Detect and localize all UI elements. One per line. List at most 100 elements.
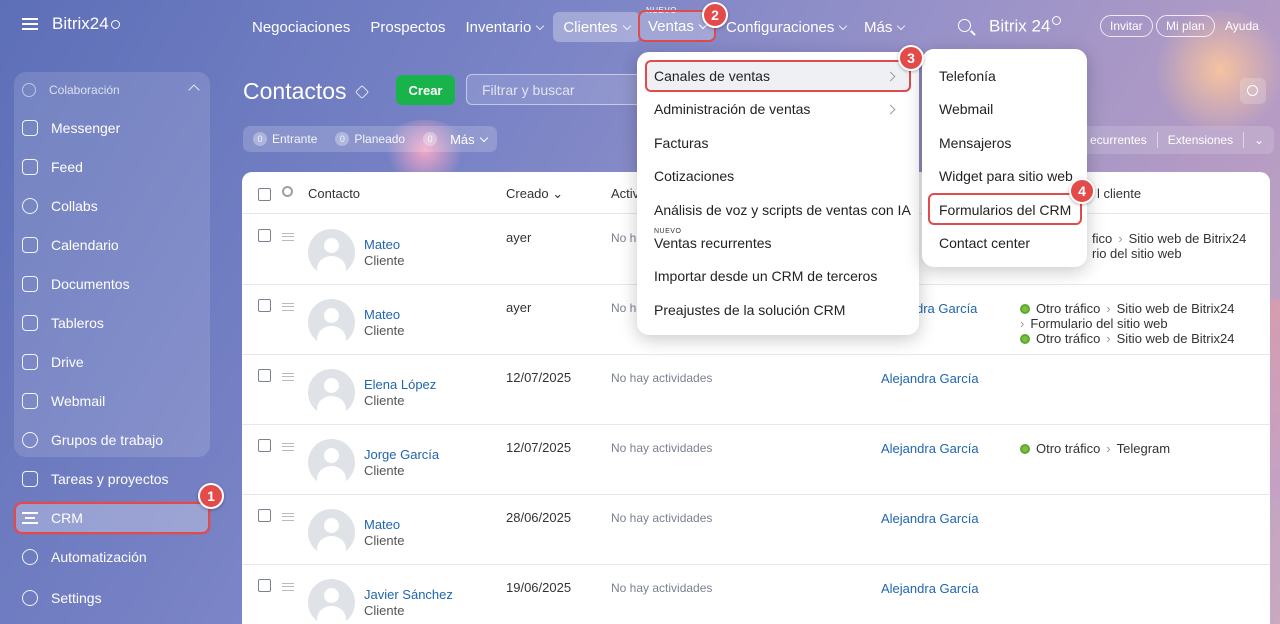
submenu-item-website-widget[interactable]: Widget para sitio web xyxy=(939,168,1073,184)
chat-icon xyxy=(22,120,38,136)
nav-clientes[interactable]: Clientes xyxy=(553,12,640,42)
contact-name-link[interactable]: Mateo xyxy=(364,517,400,532)
my-plan-button[interactable]: Mi plan xyxy=(1156,15,1215,37)
feed-icon xyxy=(22,159,38,175)
table-row[interactable]: Javier Sánchez Cliente 19/06/2025 No hay… xyxy=(242,565,1270,624)
row-checkbox[interactable] xyxy=(258,299,271,312)
menu-item-sales-channels[interactable]: Canales de ventas xyxy=(654,68,770,84)
counter-incoming[interactable]: 0 Entrante xyxy=(253,132,317,146)
sidebar-item-crm[interactable]: CRM xyxy=(22,508,83,528)
menu-item-invoices[interactable]: Facturas xyxy=(654,135,708,151)
column-header-source[interactable]: l cliente xyxy=(1097,186,1141,201)
responsible-link[interactable]: Alejandra García xyxy=(881,441,979,456)
nav-configuraciones[interactable]: Configuraciones xyxy=(716,12,856,42)
row-checkbox[interactable] xyxy=(258,579,271,592)
settings-gear-icon[interactable] xyxy=(1240,78,1266,104)
row-checkbox[interactable] xyxy=(258,509,271,522)
row-checkbox[interactable] xyxy=(258,369,271,382)
column-header-created[interactable]: Creado ⌄ xyxy=(506,186,563,202)
submenu-item-telephony[interactable]: Telefonía xyxy=(939,68,996,84)
sidebar-item-documents[interactable]: Documentos xyxy=(22,274,130,294)
sidebar-item-webmail[interactable]: Webmail xyxy=(22,391,105,411)
avatar xyxy=(308,579,355,624)
responsible-link[interactable]: Alejandra García xyxy=(881,581,979,596)
sidebar-item-drive[interactable]: Drive xyxy=(22,352,84,372)
button-label: Mi plan xyxy=(1166,19,1205,33)
select-all-checkbox[interactable] xyxy=(258,188,271,201)
menu-icon[interactable] xyxy=(22,18,38,30)
submenu-item-webmail[interactable]: Webmail xyxy=(939,101,993,117)
contact-name-link[interactable]: Javier Sánchez xyxy=(364,587,453,602)
counter-planned[interactable]: 0 Planeado xyxy=(335,132,405,146)
crm-icon xyxy=(22,512,38,524)
menu-item-voice-analysis[interactable]: Análisis de voz y scripts de ventas con … xyxy=(654,202,911,218)
nav-negociaciones[interactable]: Negociaciones xyxy=(242,12,360,42)
drag-handle-icon[interactable] xyxy=(282,233,294,241)
menu-item-sales-admin[interactable]: Administración de ventas xyxy=(654,101,810,117)
drive-icon xyxy=(22,354,38,370)
table-row[interactable]: Jorge García Cliente 12/07/2025 No hay a… xyxy=(242,425,1270,495)
source-path: Otro tráfico › Sitio web de Bitrix24 xyxy=(1020,301,1234,316)
drag-handle-icon[interactable] xyxy=(282,373,294,381)
contact-name-link[interactable]: Mateo xyxy=(364,237,400,252)
step-badge: 3 xyxy=(898,45,924,71)
sidebar-item-messenger[interactable]: Messenger xyxy=(22,118,120,138)
drag-handle-icon[interactable] xyxy=(282,303,294,311)
avatar xyxy=(308,229,355,276)
submenu-item-messengers[interactable]: Mensajeros xyxy=(939,135,1011,151)
tab-recurring[interactable]: ecurrentes xyxy=(1080,133,1157,147)
menu-item-crm-presets[interactable]: Preajustes de la solución CRM xyxy=(654,302,845,318)
nav-inventario[interactable]: Inventario xyxy=(455,12,553,42)
sales-channels-submenu: Telefonía Webmail Mensajeros Widget para… xyxy=(922,49,1087,267)
nav-label: Ventas xyxy=(648,17,694,35)
sidebar-item-settings[interactable]: Settings xyxy=(22,588,102,608)
source-status-icon xyxy=(1020,443,1030,454)
search-icon[interactable] xyxy=(958,19,971,32)
responsible-link[interactable]: dra García xyxy=(916,301,977,316)
drag-handle-icon[interactable] xyxy=(282,513,294,521)
nav-prospectos[interactable]: Prospectos xyxy=(360,12,455,42)
row-checkbox[interactable] xyxy=(258,439,271,452)
contact-name-link[interactable]: Mateo xyxy=(364,307,400,322)
menu-item-recurring-sales[interactable]: Ventas recurrentes xyxy=(654,235,772,251)
nav-mas[interactable]: Más xyxy=(854,12,914,42)
sidebar-item-calendar[interactable]: Calendario xyxy=(22,235,119,255)
sidebar-item-workgroups[interactable]: Grupos de trabajo xyxy=(22,430,163,450)
sidebar-item-automation[interactable]: Automatización xyxy=(22,547,147,567)
filter-search-input[interactable]: Filtrar y buscar xyxy=(466,74,646,105)
responsible-link[interactable]: Alejandra García xyxy=(881,511,979,526)
help-button[interactable]: Ayuda xyxy=(1216,15,1268,37)
invite-button[interactable]: Invitar xyxy=(1100,15,1153,37)
tab-extensions[interactable]: Extensiones xyxy=(1158,133,1243,147)
contact-name-link[interactable]: Jorge García xyxy=(364,447,439,462)
contact-type: Cliente xyxy=(364,393,405,408)
chevron-down-icon[interactable]: ⌄ xyxy=(1244,133,1274,147)
counter-other[interactable]: 0 xyxy=(423,132,442,146)
sidebar-group-header[interactable]: Colaboración xyxy=(22,80,120,100)
sidebar-item-boards[interactable]: Tableros xyxy=(22,313,104,333)
drag-handle-icon[interactable] xyxy=(282,443,294,451)
responsible-link[interactable]: Alejandra García xyxy=(881,371,979,386)
menu-item-quotes[interactable]: Cotizaciones xyxy=(654,168,734,184)
row-checkbox[interactable] xyxy=(258,229,271,242)
brand-logo-right[interactable]: Bitrix 24 xyxy=(989,16,1062,37)
column-header-contact[interactable]: Contacto xyxy=(308,186,360,201)
sidebar-item-tasks[interactable]: Tareas y proyectos xyxy=(22,469,169,489)
counters-more-button[interactable]: Más xyxy=(450,132,488,147)
source-status-icon xyxy=(1020,333,1030,344)
column-settings-icon[interactable] xyxy=(282,186,293,197)
submenu-item-contact-center[interactable]: Contact center xyxy=(939,235,1030,251)
sidebar-item-feed[interactable]: Feed xyxy=(22,157,83,177)
table-row[interactable]: Elena López Cliente 12/07/2025 No hay ac… xyxy=(242,355,1270,425)
sidebar-item-collabs[interactable]: Collabs xyxy=(22,196,98,216)
source-item: Sitio web de Bitrix24 xyxy=(1116,301,1235,316)
create-button[interactable]: Crear xyxy=(396,75,455,105)
column-header-activity[interactable]: Activ xyxy=(611,186,639,201)
table-row[interactable]: Mateo Cliente 28/06/2025 No hay activida… xyxy=(242,495,1270,565)
brand-logo[interactable]: Bitrix24 xyxy=(52,14,109,34)
submenu-item-crm-forms[interactable]: Formularios del CRM xyxy=(939,202,1071,218)
contact-name-link[interactable]: Elena López xyxy=(364,377,436,392)
drag-handle-icon[interactable] xyxy=(282,583,294,591)
menu-item-import-crm[interactable]: Importar desde un CRM de terceros xyxy=(654,268,877,284)
pin-icon[interactable] xyxy=(354,84,370,100)
